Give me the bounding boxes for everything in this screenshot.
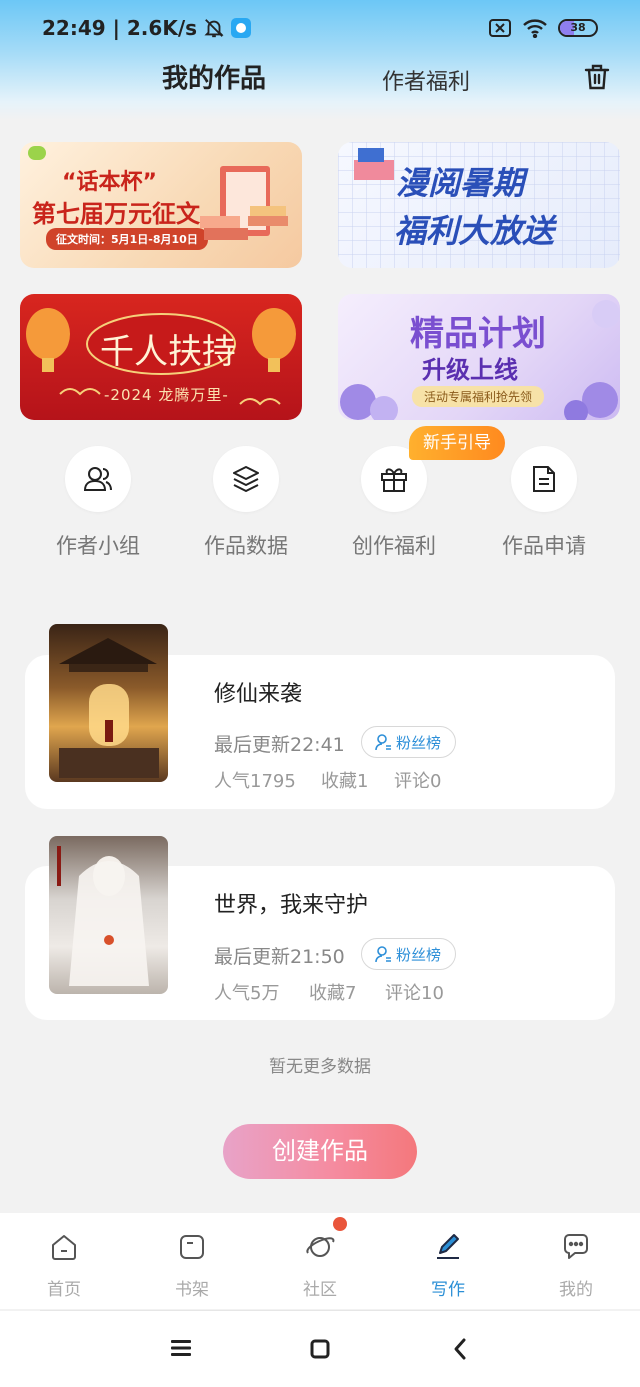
work-comments: 评论10 <box>385 983 444 1004</box>
quick-action-work-application[interactable]: 作品申请 <box>484 446 604 560</box>
quick-action-circle <box>213 446 279 512</box>
work-last-update: 最后更新22:41 <box>214 734 345 756</box>
banner-support-line2: -2024 龙腾万里- <box>104 386 229 404</box>
work-favorites: 收藏1 <box>321 771 369 792</box>
wifi-icon <box>523 19 547 38</box>
tab-my-works[interactable]: 我的作品 <box>162 58 266 95</box>
nav-label: 首页 <box>47 1280 81 1300</box>
nav-item-write[interactable]: 写作 <box>408 1231 488 1300</box>
sim-card-icon <box>489 19 511 37</box>
banner-contest-line2: 第七届万元征文 <box>32 200 200 228</box>
gift-icon <box>381 468 407 492</box>
home-icon <box>52 1235 76 1260</box>
nav-item-bookshelf[interactable]: 书架 <box>152 1231 232 1300</box>
nav-item-community[interactable]: 社区 <box>280 1231 360 1300</box>
work-favorites: 收藏7 <box>309 983 357 1004</box>
fans-rank-button[interactable]: 粉丝榜 <box>361 726 457 758</box>
chat-bubble-icon <box>564 1234 588 1259</box>
work-popularity: 人气5万 <box>214 983 280 1004</box>
banner-support[interactable]: 千人扶持 -2024 龙腾万里- <box>20 294 302 420</box>
fans-rank-label: 粉丝榜 <box>396 733 442 752</box>
user-icon <box>375 734 391 751</box>
banner-quality-line3: 活动专属福利抢先领 <box>412 386 545 407</box>
battery-icon: 38 <box>558 19 598 37</box>
banner-summer-line1: 漫阅暑期 <box>396 164 525 202</box>
status-time-speed: 22:49 | 2.6K/s <box>42 16 198 40</box>
banner-quality-line1: 精品计划 <box>410 314 546 354</box>
document-icon <box>533 466 555 492</box>
nav-label: 写作 <box>431 1280 465 1300</box>
status-left: 22:49 | 2.6K/s <box>42 16 252 40</box>
status-right: 38 <box>488 18 598 38</box>
app-notification-icon <box>231 18 252 38</box>
banner-contest[interactable]: “话本杯” 第七届万元征文 征文时间：5月1日-8月10日 <box>20 142 302 268</box>
temple-illustration-icon <box>59 638 159 778</box>
bottom-nav: 首页 书架 社区 写作 我的 <box>0 1213 640 1309</box>
community-notification-dot <box>333 1217 347 1231</box>
quick-action-label: 作品申请 <box>502 534 586 558</box>
battery-level: 38 <box>570 21 586 34</box>
beginner-guide-tag[interactable]: 新手引导 <box>409 426 505 460</box>
nav-item-mine[interactable]: 我的 <box>536 1231 616 1300</box>
banner-summer[interactable]: 漫阅暑期 福利大放送 <box>338 142 620 268</box>
user-icon <box>375 946 391 963</box>
fans-rank-label: 粉丝榜 <box>396 945 442 964</box>
quick-action-label: 作者小组 <box>56 534 140 558</box>
nav-item-home[interactable]: 首页 <box>24 1231 104 1300</box>
books-illustration-icon <box>200 166 288 240</box>
quick-action-circle <box>511 446 577 512</box>
work-title[interactable]: 世界，我来守护 <box>214 887 368 919</box>
trash-icon[interactable] <box>582 62 612 92</box>
layers-icon <box>233 466 259 492</box>
quick-action-work-data[interactable]: 作品数据 <box>186 446 306 560</box>
chat-logo-icon <box>28 146 46 160</box>
home-square-icon[interactable] <box>310 1339 330 1359</box>
back-icon[interactable] <box>452 1337 468 1361</box>
banner-contest-line1: “话本杯” <box>62 170 157 195</box>
bell-muted-icon <box>204 19 224 38</box>
create-work-button[interactable]: 创建作品 <box>223 1124 417 1179</box>
banner-summer-line2: 福利大放送 <box>394 212 555 250</box>
bookshelf-icon <box>180 1235 204 1259</box>
fans-rank-button[interactable]: 粉丝榜 <box>361 938 457 970</box>
work-comments: 评论0 <box>394 771 442 792</box>
nav-label: 我的 <box>559 1280 593 1300</box>
quick-action-creation-benefits[interactable]: 创作福利 <box>334 446 454 560</box>
work-cover-image[interactable] <box>49 624 168 782</box>
work-popularity: 人气1795 <box>214 771 296 792</box>
status-bar: 22:49 | 2.6K/s 38 <box>0 12 640 46</box>
system-nav-bar <box>0 1311 640 1387</box>
nav-label: 书架 <box>175 1280 209 1300</box>
tab-author-benefits[interactable]: 作者福利 <box>382 64 470 96</box>
figure-illustration-icon <box>57 846 149 986</box>
quick-action-label: 作品数据 <box>204 534 288 558</box>
banner-quality-line2: 升级上线 <box>422 356 518 384</box>
work-title[interactable]: 修仙来袭 <box>214 676 302 708</box>
quick-action-label: 创作福利 <box>352 534 436 558</box>
work-cover-image[interactable] <box>49 836 168 994</box>
quick-action-author-group[interactable]: 作者小组 <box>38 446 158 560</box>
planet-icon <box>306 1237 335 1257</box>
header: 我的作品 作者福利 <box>0 52 640 102</box>
banner-quality-plan[interactable]: 精品计划 升级上线 活动专属福利抢先领 <box>338 294 620 420</box>
quick-action-circle <box>65 446 131 512</box>
pen-icon <box>437 1234 459 1259</box>
menu-icon[interactable] <box>170 1339 192 1357</box>
nav-label: 社区 <box>303 1280 337 1300</box>
banner-contest-line3: 征文时间：5月1日-8月10日 <box>46 228 208 250</box>
users-icon <box>83 467 112 491</box>
no-more-data-text: 暂无更多数据 <box>269 1057 371 1077</box>
work-last-update: 最后更新21:50 <box>214 946 345 968</box>
banner-support-line1: 千人扶持 <box>100 332 236 372</box>
